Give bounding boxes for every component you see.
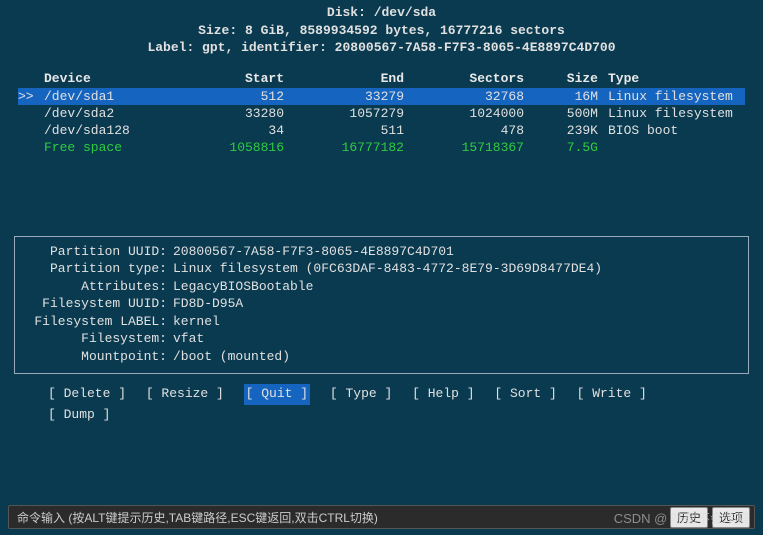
- attributes-label: Attributes:: [23, 278, 173, 296]
- menu-sort[interactable]: [ Sort ]: [494, 384, 556, 405]
- row-end: 511: [284, 123, 404, 138]
- fs-label-value: kernel: [173, 313, 740, 331]
- partition-uuid-value: 20800567-7A58-F7F3-8065-4E8897C4D701: [173, 243, 740, 261]
- col-type: Type: [604, 71, 745, 86]
- row-start: 1058816: [174, 140, 284, 155]
- row-mark: >>: [18, 89, 44, 104]
- partition-table: Device Start End Sectors Size Type >>/de…: [0, 69, 763, 156]
- row-device: Free space: [44, 140, 174, 155]
- filesystem-value: vfat: [173, 330, 740, 348]
- row-size: 7.5G: [524, 140, 604, 155]
- partition-uuid-label: Partition UUID:: [23, 243, 173, 261]
- options-button[interactable]: 选项: [712, 507, 750, 528]
- menu-type[interactable]: [ Type ]: [330, 384, 392, 405]
- menu-help[interactable]: [ Help ]: [412, 384, 474, 405]
- row-device: /dev/sda2: [44, 106, 174, 121]
- command-bar[interactable]: 命令输入 (按ALT键提示历史,TAB键路径,ESC键返回,双击CTRL切换) …: [8, 505, 755, 529]
- row-device: /dev/sda1: [44, 89, 174, 104]
- row-sectors: 32768: [404, 89, 524, 104]
- table-row[interactable]: >>/dev/sda1512332793276816MLinux filesys…: [18, 88, 745, 105]
- command-hint: 命令输入 (按ALT键提示历史,TAB键路径,ESC键返回,双击CTRL切换): [9, 509, 670, 526]
- row-sectors: 478: [404, 123, 524, 138]
- disk-label-line: Label: gpt, identifier: 20800567-7A58-F7…: [0, 39, 763, 57]
- menu-dump[interactable]: [ Dump ]: [48, 405, 110, 426]
- table-row[interactable]: Free space105881616777182157183677.5G: [18, 139, 745, 156]
- row-start: 33280: [174, 106, 284, 121]
- table-row[interactable]: /dev/sda12834511478239KBIOS boot: [18, 122, 745, 139]
- row-sectors: 15718367: [404, 140, 524, 155]
- fs-label-label: Filesystem LABEL:: [23, 313, 173, 331]
- row-size: 16M: [524, 89, 604, 104]
- col-end: End: [284, 71, 404, 86]
- col-device: Device: [44, 71, 174, 86]
- row-mark: [18, 123, 44, 138]
- row-type: Linux filesystem: [604, 106, 745, 121]
- attributes-value: LegacyBIOSBootable: [173, 278, 740, 296]
- menu-write[interactable]: [ Write ]: [577, 384, 647, 405]
- row-mark: [18, 106, 44, 121]
- terminal-window: Disk: /dev/sda Size: 8 GiB, 8589934592 b…: [0, 0, 763, 432]
- disk-header: Disk: /dev/sda Size: 8 GiB, 8589934592 b…: [0, 4, 763, 69]
- fs-uuid-value: FD8D-D95A: [173, 295, 740, 313]
- menu-resize[interactable]: [ Resize ]: [146, 384, 224, 405]
- row-size: 239K: [524, 123, 604, 138]
- row-end: 33279: [284, 89, 404, 104]
- row-type: BIOS boot: [604, 123, 745, 138]
- partition-type-label: Partition type:: [23, 260, 173, 278]
- table-row[interactable]: /dev/sda23328010572791024000500MLinux fi…: [18, 105, 745, 122]
- mountpoint-label: Mountpoint:: [23, 348, 173, 366]
- row-size: 500M: [524, 106, 604, 121]
- history-button[interactable]: 历史: [670, 507, 708, 528]
- col-size: Size: [524, 71, 604, 86]
- col-start: Start: [174, 71, 284, 86]
- row-type: Linux filesystem: [604, 89, 745, 104]
- disk-title: Disk: /dev/sda: [0, 4, 763, 22]
- row-end: 1057279: [284, 106, 404, 121]
- menu-delete[interactable]: [ Delete ]: [48, 384, 126, 405]
- row-mark: [18, 140, 44, 155]
- row-end: 16777182: [284, 140, 404, 155]
- partition-details: Partition UUID:20800567-7A58-F7F3-8065-4…: [14, 236, 749, 375]
- row-start: 34: [174, 123, 284, 138]
- row-sectors: 1024000: [404, 106, 524, 121]
- filesystem-label: Filesystem:: [23, 330, 173, 348]
- row-device: /dev/sda128: [44, 123, 174, 138]
- action-menu: [ Delete ] [ Resize ] [ Quit ] [ Type ] …: [0, 374, 763, 432]
- row-type: [604, 140, 745, 155]
- disk-size-line: Size: 8 GiB, 8589934592 bytes, 16777216 …: [0, 22, 763, 40]
- row-start: 512: [174, 89, 284, 104]
- menu-quit[interactable]: [ Quit ]: [244, 384, 310, 405]
- mountpoint-value: /boot (mounted): [173, 348, 740, 366]
- partition-type-value: Linux filesystem (0FC63DAF-8483-4772-8E7…: [173, 260, 740, 278]
- fs-uuid-label: Filesystem UUID:: [23, 295, 173, 313]
- table-header: Device Start End Sectors Size Type: [18, 69, 745, 88]
- col-sectors: Sectors: [404, 71, 524, 86]
